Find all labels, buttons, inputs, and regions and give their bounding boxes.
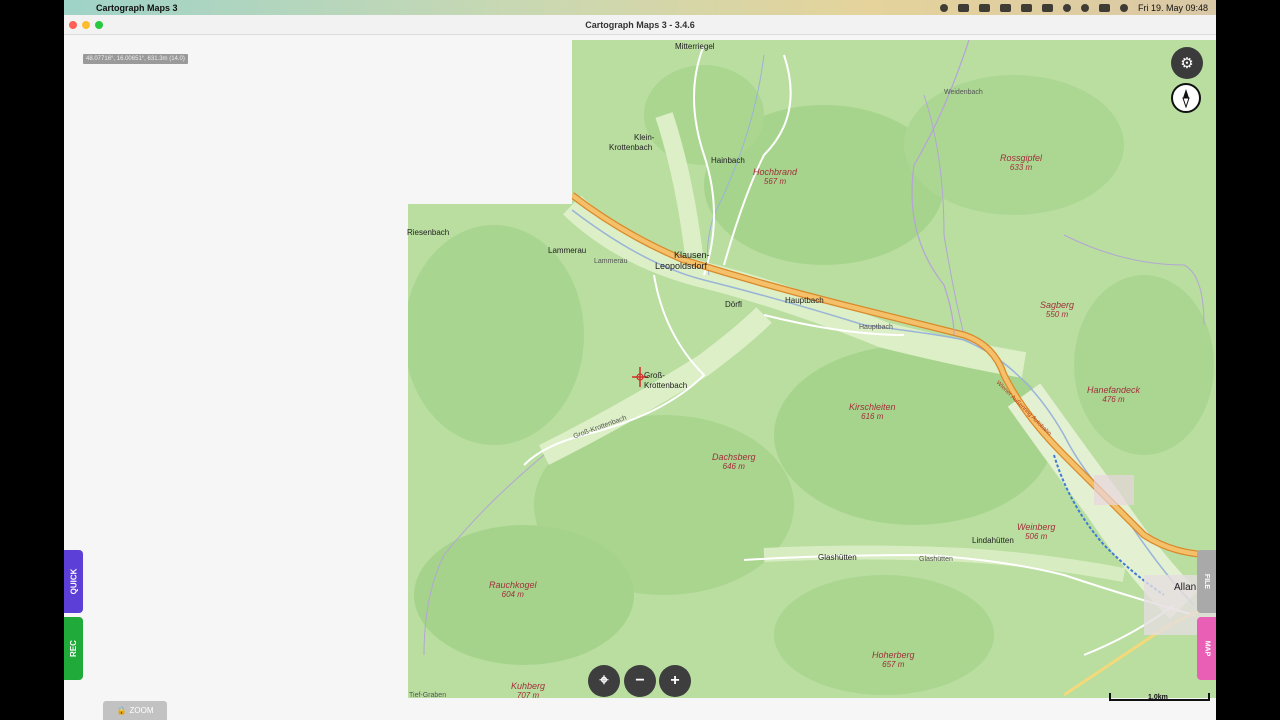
place-glashutten: Glashütten	[818, 553, 857, 562]
zoom-lock-button[interactable]: 🔒 ZOOM	[103, 701, 167, 720]
map-canvas[interactable]: Mitterriegel Klein- Krottenbach Hainbach…	[64, 35, 1216, 701]
peak-name: Rossgipfel	[1000, 153, 1043, 163]
peak-hoherberg: Hoherberg 657 m	[872, 650, 915, 670]
window-title: Cartograph Maps 3 - 3.4.6	[585, 19, 695, 30]
peak-name: Dachsberg	[712, 452, 756, 462]
peak-sagberg: Sagberg 550 m	[1040, 300, 1075, 320]
peak-hochbrand: Hochbrand 567 m	[753, 167, 798, 187]
place-mitterriegel: Mitterriegel	[675, 42, 715, 51]
peak-hanefandeck: Hanefandeck 476 m	[1087, 385, 1141, 405]
peak-elevation: 506 m	[1025, 532, 1048, 541]
menu-bar: Cartograph Maps 3 Fri 19. May 09:48	[64, 0, 1216, 15]
peak-elevation: 657 m	[882, 660, 905, 669]
peak-name: Weinberg	[1017, 522, 1056, 532]
lock-icon: 🔒	[116, 706, 127, 715]
peak-rossgipfel: Rossgipfel 633 m	[1000, 153, 1043, 173]
place-hainbach: Hainbach	[711, 156, 745, 165]
cloud-icon[interactable]	[957, 3, 969, 12]
peak-elevation: 707 m	[516, 691, 540, 700]
peak-kirschleiten: Kirschleiten 616 m	[849, 402, 896, 422]
place-lammerau: Lammerau	[548, 246, 587, 255]
status-icons: Fri 19. May 09:48	[939, 0, 1208, 15]
zoom-lock-label: ZOOM	[129, 706, 154, 715]
quick-tab-label: QUICK	[69, 568, 78, 595]
siri-icon[interactable]	[1119, 3, 1128, 12]
search-icon[interactable]	[1080, 3, 1089, 12]
locate-button[interactable]: ⌖	[588, 665, 620, 697]
screen: Cartograph Maps 3 Fri 19. May 09:48 Cart…	[64, 0, 1216, 720]
place-klausen-line1: Klausen-	[674, 250, 710, 260]
map-settings-button[interactable]: ⚙	[1171, 47, 1203, 79]
place-hauptbach: Hauptbach	[785, 296, 824, 305]
compass-button[interactable]	[1171, 83, 1201, 113]
place-klausen-line2: Leopoldsdorf	[655, 261, 708, 271]
minus-icon: −	[635, 672, 645, 689]
peak-name: Kirschleiten	[849, 402, 896, 412]
map-view[interactable]: Mitterriegel Klein- Krottenbach Hainbach…	[64, 35, 1216, 720]
gear-icon: ⚙	[1180, 55, 1194, 72]
peak-rauchkogel: Rauchkogel 604 m	[489, 580, 537, 600]
plus-icon: +	[670, 672, 680, 689]
quick-tab[interactable]: QUICK	[64, 550, 83, 613]
bluetooth-icon[interactable]	[999, 3, 1011, 12]
crosshair-icon: ⌖	[599, 672, 609, 689]
peak-elevation: 616 m	[861, 412, 884, 421]
peak-name: Kuhberg	[511, 681, 546, 691]
place-hauptbach-small: Hauptbach	[859, 324, 893, 331]
rec-tab[interactable]: REC	[64, 617, 83, 680]
battery-icon[interactable]	[1041, 3, 1053, 12]
minimize-window-button[interactable]	[82, 21, 90, 29]
zoom-window-button[interactable]	[95, 21, 103, 29]
peak-name: Hoherberg	[872, 650, 915, 660]
peak-elevation: 646 m	[722, 462, 745, 471]
place-tief-graben: Tief-Graben	[409, 692, 447, 699]
place-gross-krottenbach-line2: Krottenbach	[644, 381, 688, 390]
file-tab[interactable]: FILE	[1197, 550, 1216, 613]
rec-tab-label: REC	[68, 640, 78, 657]
zoom-out-button[interactable]: −	[624, 665, 656, 697]
peak-kuhberg: Kuhberg 707 m	[511, 681, 546, 701]
peak-name: Hochbrand	[753, 167, 798, 177]
peak-dachsberg: Dachsberg 646 m	[712, 452, 756, 472]
place-klein-krottenbach-line1: Klein-	[634, 133, 655, 142]
peak-elevation: 567 m	[763, 177, 787, 186]
close-window-button[interactable]	[69, 21, 77, 29]
peak-name: Rauchkogel	[489, 580, 537, 590]
window-titlebar: Cartograph Maps 3 - 3.4.6	[64, 15, 1216, 35]
record-status-icon[interactable]	[939, 3, 948, 12]
place-dorfl: Dörfl	[725, 300, 742, 309]
peak-elevation: 604 m	[501, 590, 524, 599]
map-tab[interactable]: MAP	[1197, 617, 1216, 680]
file-tab-label: FILE	[1202, 573, 1210, 590]
peak-weinberg: Weinberg 506 m	[1017, 522, 1056, 542]
menu-bar-clock[interactable]: Fri 19. May 09:48	[1138, 3, 1208, 13]
place-lammerau-small: Lammerau	[594, 258, 628, 265]
place-klein-krottenbach-line2: Krottenbach	[609, 143, 653, 152]
place-glashutten-small: Glashütten	[919, 556, 953, 563]
peak-elevation: 550 m	[1045, 310, 1069, 319]
place-gross-krottenbach-line1: Groß-	[644, 371, 665, 380]
place-alland: Allan	[1174, 582, 1197, 593]
control-center-icon[interactable]	[1098, 3, 1110, 12]
app-menu[interactable]: Cartograph Maps 3	[96, 3, 178, 13]
place-lindahutten: Lindahütten	[972, 536, 1014, 545]
peak-elevation: 633 m	[1009, 163, 1033, 172]
scale-label: 1.0km	[1148, 694, 1168, 701]
display-icon[interactable]	[978, 3, 990, 12]
place-riesenbach: Riesenbach	[407, 228, 450, 237]
coordinate-readout: 48.07716°, 16.00651°, 631.3m (14.0)	[83, 54, 188, 64]
zoom-in-button[interactable]: +	[659, 665, 691, 697]
place-weidenbach: Weidenbach	[944, 89, 983, 96]
compass-icon	[1182, 89, 1190, 108]
calendar-icon[interactable]	[1020, 3, 1032, 12]
map-tab-label: MAP	[1203, 640, 1210, 657]
peak-name: Sagberg	[1040, 300, 1075, 310]
peak-elevation: 476 m	[1102, 395, 1125, 404]
wifi-icon[interactable]	[1062, 3, 1071, 12]
peak-name: Hanefandeck	[1087, 385, 1141, 395]
